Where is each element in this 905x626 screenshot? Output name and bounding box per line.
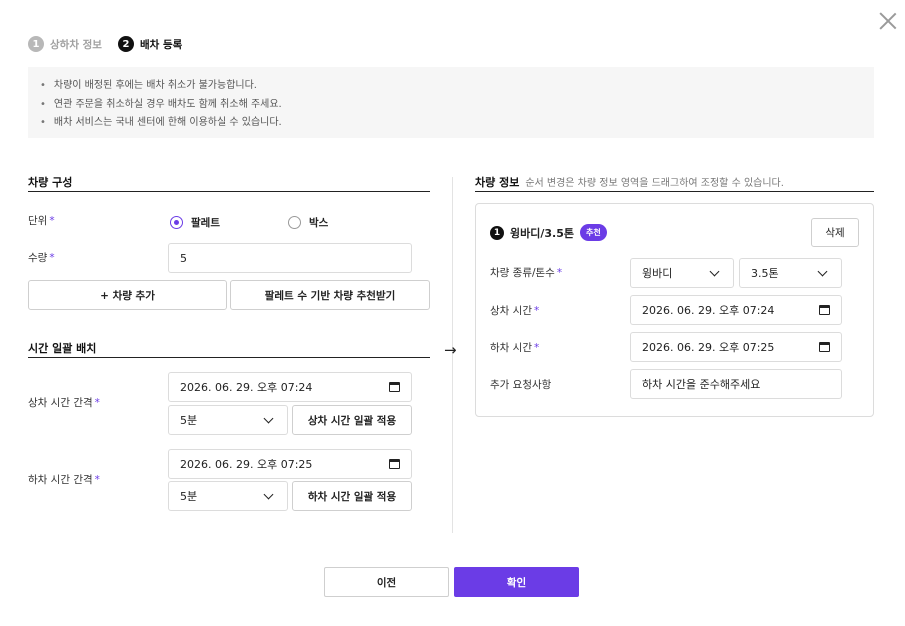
section-divider <box>28 357 430 358</box>
step-2: 2 배차 등록 <box>117 36 183 52</box>
section-divider <box>28 191 430 192</box>
vehicle-card-header: 1 윙바디/3.5톤 추천 <box>490 224 607 241</box>
unload-interval-select[interactable]: 5분 <box>168 481 288 511</box>
request-value: 하차 시간을 준수해주세요 <box>642 378 761 391</box>
load-interval-label-text: 상차 시간 간격 <box>28 397 93 409</box>
step-1[interactable]: 1 상하차 정보 <box>28 36 102 52</box>
notice-item: 연관 주문을 취소하실 경우 배차도 함께 취소해 주세요. <box>40 96 862 115</box>
load-interval-value: 5분 <box>180 414 198 427</box>
notice-box: 차량이 배정된 후에는 배차 취소가 불가능합니다. 연관 주문을 취소하실 경… <box>28 67 874 138</box>
calendar-icon[interactable] <box>819 342 830 352</box>
vehicle-config-title: 차량 구성 <box>28 176 73 189</box>
request-label: 추가 요청사항 <box>490 379 552 391</box>
chevron-down-icon <box>263 489 274 499</box>
close-icon[interactable] <box>879 12 897 30</box>
step-label: 상하차 정보 <box>50 38 102 51</box>
qty-value: 5 <box>180 251 187 265</box>
chevron-down-icon <box>263 413 274 423</box>
vehicle-type-label-text: 차량 종류/톤수 <box>490 267 555 279</box>
add-vehicle-button[interactable]: + 차량 추가 <box>28 280 227 310</box>
unload-interval-label-text: 하차 시간 간격 <box>28 474 93 486</box>
unit-label-text: 단위 <box>28 215 48 227</box>
radio-label: 팔레트 <box>191 217 220 229</box>
unit-radio-box[interactable]: 박스 <box>288 215 328 230</box>
load-interval-select[interactable]: 5분 <box>168 405 288 435</box>
chevron-down-icon <box>817 266 828 276</box>
drag-hint: 순서 변경은 차량 정보 영역을 드래그하여 조정할 수 있습니다. <box>525 178 784 189</box>
vehicle-type-value: 윙바디 <box>642 267 673 280</box>
qty-label: 수량 * <box>28 252 55 264</box>
vehicle-info-title: 차량 정보 순서 변경은 차량 정보 영역을 드래그하여 조정할 수 있습니다. <box>475 174 784 190</box>
vehicle-type-select[interactable]: 윙바디 <box>630 258 734 288</box>
calendar-icon[interactable] <box>389 459 400 469</box>
delete-button[interactable]: 삭제 <box>811 218 859 247</box>
section-divider <box>475 191 874 192</box>
request-input[interactable]: 하차 시간을 준수해주세요 <box>630 369 842 399</box>
unload-datetime-input[interactable]: 2026. 06. 29. 오후 07:25 <box>168 449 412 479</box>
prev-button[interactable]: 이전 <box>324 567 449 597</box>
step-label: 배차 등록 <box>139 38 183 51</box>
tonnage-select[interactable]: 3.5톤 <box>739 258 842 288</box>
arrow-right-icon: → <box>444 341 457 359</box>
radio-label: 박스 <box>309 217 329 229</box>
card-load-time-input[interactable]: 2026. 06. 29. 오후 07:24 <box>630 295 842 325</box>
calendar-icon[interactable] <box>819 305 830 315</box>
vehicle-name: 윙바디/3.5톤 <box>510 226 574 240</box>
load-apply-button[interactable]: 상차 시간 일괄 적용 <box>292 405 412 435</box>
chevron-down-icon <box>709 266 720 276</box>
vehicle-info-title-text: 차량 정보 <box>475 176 520 189</box>
load-datetime-input[interactable]: 2026. 06. 29. 오후 07:24 <box>168 372 412 402</box>
recommend-badge: 추천 <box>579 224 607 241</box>
radio-circle <box>170 216 183 229</box>
card-unload-time-input[interactable]: 2026. 06. 29. 오후 07:25 <box>630 332 842 362</box>
notice-item: 차량이 배정된 후에는 배차 취소가 불가능합니다. <box>40 77 862 96</box>
step-number: 1 <box>28 36 44 52</box>
unload-datetime-value: 2026. 06. 29. 오후 07:25 <box>180 458 313 471</box>
card-load-time-label-text: 상차 시간 <box>490 305 532 317</box>
unload-interval-value: 5분 <box>180 490 198 503</box>
card-unload-time-value: 2026. 06. 29. 오후 07:25 <box>642 341 775 354</box>
card-load-time-label: 상차 시간 * <box>490 305 540 317</box>
unit-radio-pallet[interactable]: 팔레트 <box>170 215 220 230</box>
unload-apply-button[interactable]: 하차 시간 일괄 적용 <box>292 481 412 511</box>
card-unload-time-label: 하차 시간 * <box>490 342 540 354</box>
step-number: 2 <box>117 36 134 52</box>
calendar-icon[interactable] <box>389 382 400 392</box>
notice-item: 배차 서비스는 국내 센터에 한해 이용하실 수 있습니다. <box>40 114 862 133</box>
confirm-button[interactable]: 확인 <box>454 567 579 597</box>
tonnage-value: 3.5톤 <box>751 267 779 280</box>
qty-label-text: 수량 <box>28 252 48 264</box>
step-indicator: 1 상하차 정보 2 배차 등록 <box>28 36 198 52</box>
recommend-vehicle-button[interactable]: 팔레트 수 기반 차량 추천받기 <box>230 280 430 310</box>
card-unload-time-label-text: 하차 시간 <box>490 342 532 354</box>
unload-interval-label: 하차 시간 간격 * <box>28 474 100 486</box>
batch-time-title: 시간 일괄 배치 <box>28 342 97 355</box>
card-load-time-value: 2026. 06. 29. 오후 07:24 <box>642 304 775 317</box>
load-interval-label: 상차 시간 간격 * <box>28 397 100 409</box>
radio-circle <box>288 216 301 229</box>
qty-input[interactable]: 5 <box>168 243 412 273</box>
vehicle-number: 1 <box>490 225 504 240</box>
vehicle-type-label: 차량 종류/톤수 * <box>490 267 563 279</box>
unit-label: 단위 * <box>28 215 55 227</box>
load-datetime-value: 2026. 06. 29. 오후 07:24 <box>180 381 313 394</box>
